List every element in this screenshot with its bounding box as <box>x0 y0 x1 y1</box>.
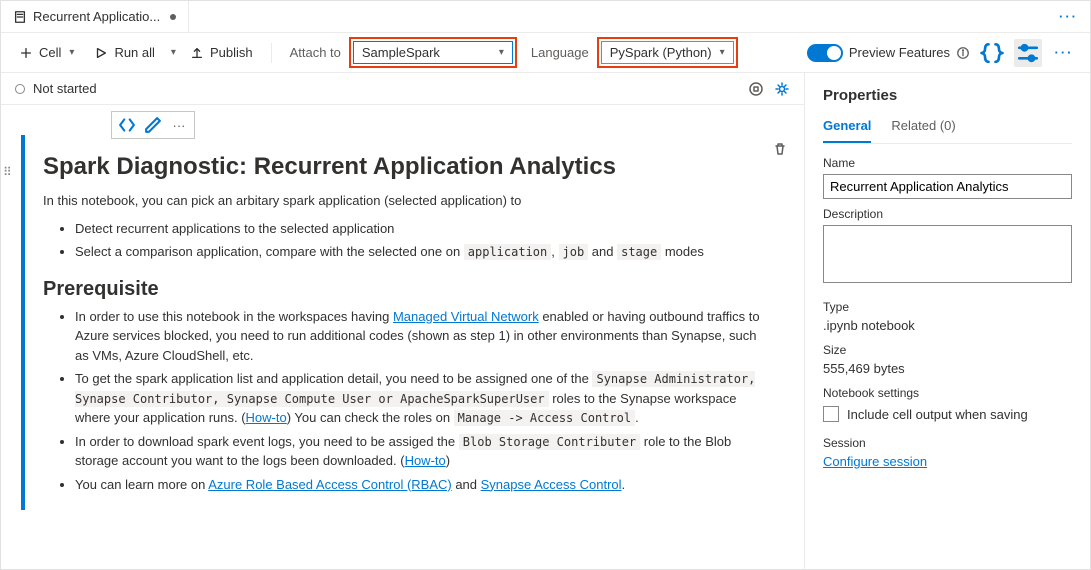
tab-general[interactable]: General <box>823 118 871 143</box>
chevron-down-icon: ▾ <box>499 47 504 58</box>
cell-title: Spark Diagnostic: Recurrent Application … <box>43 153 766 181</box>
cell-toolbar: ··· <box>111 111 195 139</box>
run-all-button[interactable]: Run all <box>88 41 160 64</box>
plus-icon <box>19 46 33 60</box>
language-label: Language <box>531 45 589 60</box>
type-value: .ipynb notebook <box>823 318 1072 333</box>
managed-vnet-link[interactable]: Managed Virtual Network <box>393 309 539 324</box>
size-label: Size <box>823 343 1072 357</box>
edit-cell-button[interactable] <box>142 114 164 136</box>
cell-more-button[interactable]: ··· <box>168 114 190 136</box>
language-value: PySpark (Python) <box>610 45 712 60</box>
info-icon <box>956 46 970 60</box>
notebook-settings-label: Notebook settings <box>823 386 1072 400</box>
checkbox-icon <box>823 406 839 422</box>
add-cell-button[interactable]: Cell ▾ <box>13 41 80 64</box>
attach-to-select[interactable]: SampleSpark ▾ <box>353 41 513 64</box>
prereq-heading: Prerequisite <box>43 278 766 301</box>
braces-icon <box>978 39 1006 67</box>
attach-to-value: SampleSpark <box>362 45 440 60</box>
notebook-icon <box>13 10 27 24</box>
how-to-link[interactable]: How-to <box>246 410 287 425</box>
notebook-tab[interactable]: Recurrent Applicatio... <box>13 1 189 32</box>
attach-highlight: SampleSpark ▾ <box>349 37 517 68</box>
tab-related[interactable]: Related (0) <box>891 118 955 143</box>
unsaved-dot-icon <box>170 14 176 20</box>
titlebar-more-button[interactable]: ··· <box>1059 9 1078 24</box>
list-item: You can learn more on Azure Role Based A… <box>75 475 766 495</box>
properties-title: Properties <box>823 87 1072 104</box>
synapse-access-link[interactable]: Synapse Access Control <box>481 477 622 492</box>
attach-to-label: Attach to <box>290 45 341 60</box>
variables-button[interactable] <box>978 39 1006 67</box>
name-label: Name <box>823 156 1072 170</box>
run-dropdown-chevron[interactable]: ▾ <box>171 47 176 58</box>
configure-session-link[interactable]: Configure session <box>823 454 927 469</box>
stop-session-icon[interactable] <box>748 81 764 97</box>
preview-label: Preview Features <box>849 45 950 60</box>
name-input[interactable] <box>823 174 1072 199</box>
play-icon <box>94 46 108 60</box>
list-item: Detect recurrent applications to the sel… <box>75 219 766 239</box>
publish-label: Publish <box>210 45 253 60</box>
description-label: Description <box>823 207 1072 221</box>
publish-button[interactable]: Publish <box>184 41 259 64</box>
session-label: Session <box>823 436 1072 450</box>
size-value: 555,469 bytes <box>823 361 1072 376</box>
notebook-tab-label: Recurrent Applicatio... <box>33 9 160 24</box>
chevron-down-icon: ▾ <box>69 47 74 58</box>
language-highlight: PySpark (Python) ▾ <box>597 37 738 68</box>
list-item: To get the spark application list and ap… <box>75 369 766 428</box>
session-settings-icon[interactable] <box>774 81 790 97</box>
run-all-label: Run all <box>114 45 154 60</box>
markdown-cell[interactable]: ⠿ Spark Diagnostic: Recurrent Applicatio… <box>21 135 794 510</box>
include-output-label: Include cell output when saving <box>847 407 1028 422</box>
drag-handle-icon[interactable]: ⠿ <box>3 165 14 179</box>
preview-features-toggle[interactable]: Preview Features <box>807 44 970 62</box>
cell-intro: In this notebook, you can pick an arbita… <box>43 191 766 211</box>
toolbar-more-button[interactable]: ··· <box>1050 39 1078 67</box>
pencil-icon <box>142 114 164 136</box>
publish-icon <box>190 46 204 60</box>
list-item: Select a comparison application, compare… <box>75 242 766 262</box>
code-icon <box>116 114 138 136</box>
chevron-down-icon: ▾ <box>720 47 725 58</box>
sliders-icon <box>1014 39 1042 67</box>
trash-icon <box>772 141 788 157</box>
description-input[interactable] <box>823 225 1072 283</box>
properties-panel: Properties General Related (0) Name Desc… <box>804 73 1090 569</box>
language-select[interactable]: PySpark (Python) ▾ <box>601 41 734 64</box>
status-dot-icon <box>15 84 25 94</box>
toggle-on-icon <box>807 44 843 62</box>
how-to-link[interactable]: How-to <box>405 453 446 468</box>
list-item: In order to use this notebook in the wor… <box>75 307 766 366</box>
type-label: Type <box>823 300 1072 314</box>
list-item: In order to download spark event logs, y… <box>75 432 766 471</box>
status-text: Not started <box>33 81 97 96</box>
settings-panel-button[interactable] <box>1014 39 1042 67</box>
delete-cell-button[interactable] <box>772 141 788 160</box>
cell-label: Cell <box>39 45 61 60</box>
code-view-button[interactable] <box>116 114 138 136</box>
rbac-link[interactable]: Azure Role Based Access Control (RBAC) <box>208 477 451 492</box>
include-output-checkbox[interactable]: Include cell output when saving <box>823 406 1072 422</box>
separator <box>271 43 272 63</box>
